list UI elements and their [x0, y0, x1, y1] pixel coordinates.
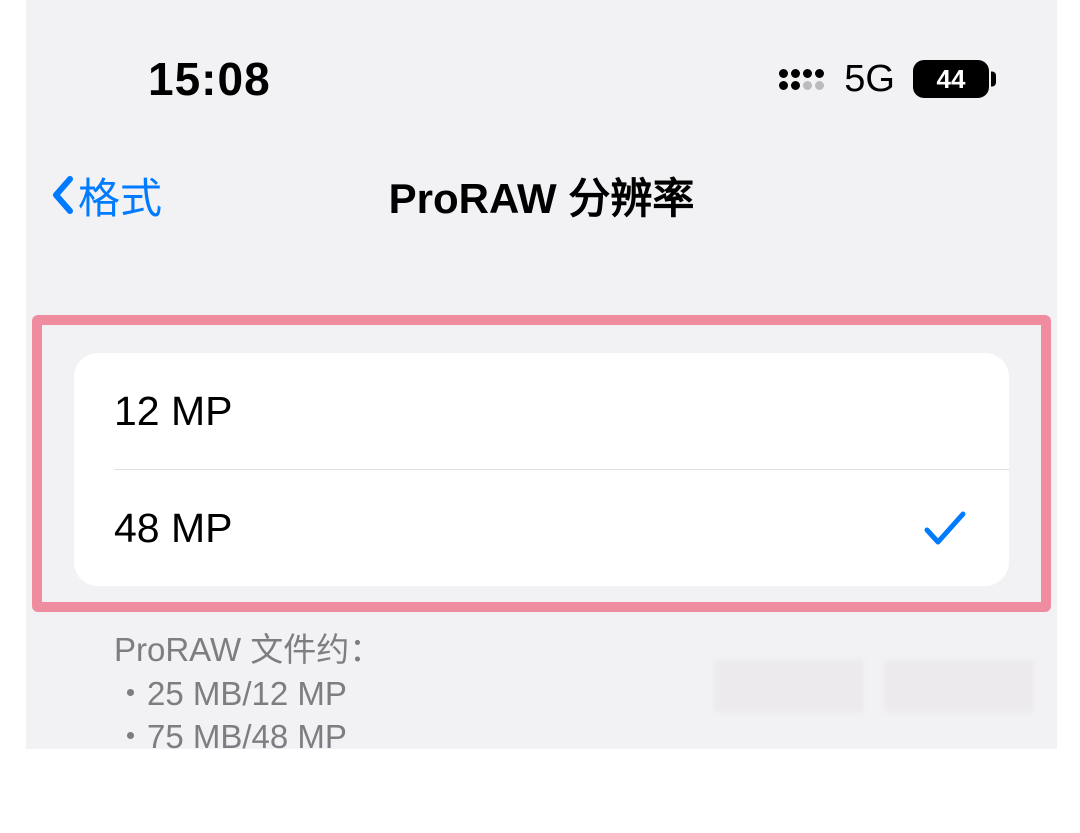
network-label: 5G	[844, 58, 895, 101]
option-48mp[interactable]: 48 MP	[74, 470, 1009, 586]
battery-icon: 44	[913, 60, 989, 98]
annotation-highlight: 12 MP 48 MP	[32, 315, 1051, 612]
option-label: 48 MP	[114, 505, 233, 552]
footer-heading: ProRAW 文件约：	[114, 631, 382, 668]
checkmark-icon	[923, 508, 967, 548]
status-time: 15:08	[148, 52, 271, 106]
option-12mp[interactable]: 12 MP	[74, 353, 1009, 469]
footer-line-2: ・75 MB/48 MP	[114, 715, 1057, 759]
back-label: 格式	[78, 165, 162, 226]
navigation-bar: 格式 ProRAW 分辨率	[26, 110, 1057, 230]
back-button[interactable]: 格式	[50, 165, 162, 226]
page-title: ProRAW 分辨率	[26, 165, 1057, 226]
status-bar: 15:08 5G 44	[26, 0, 1057, 110]
redacted-area	[714, 659, 1034, 713]
status-indicators: 5G 44	[779, 58, 989, 101]
battery-level: 44	[937, 64, 966, 95]
option-label: 12 MP	[114, 388, 233, 435]
signal-icon	[779, 69, 824, 90]
chevron-left-icon	[50, 175, 76, 215]
resolution-options-list: 12 MP 48 MP	[74, 353, 1009, 586]
